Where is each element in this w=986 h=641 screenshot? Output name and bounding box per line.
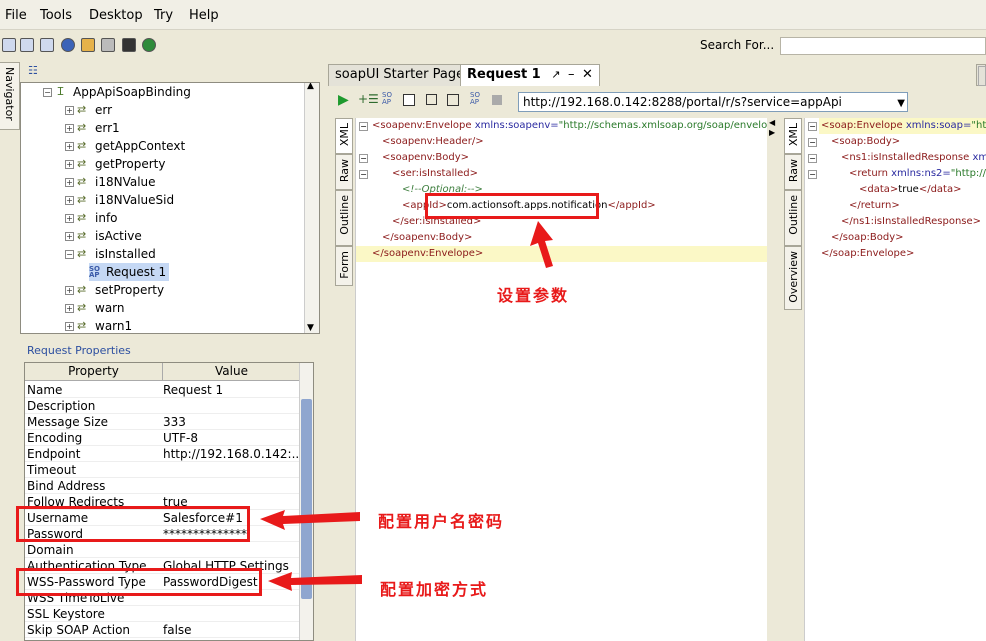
arrow-to-wss-type [268,572,362,591]
arrow-to-appid [530,221,553,268]
annotation-set-params: 设置参数 [497,286,570,305]
arrow-to-username [260,510,360,530]
annotation-config-user: 配置用户名密码 [378,512,505,531]
annotation-config-encrypt: 配置加密方式 [380,580,489,599]
annotation-arrows [260,221,553,591]
